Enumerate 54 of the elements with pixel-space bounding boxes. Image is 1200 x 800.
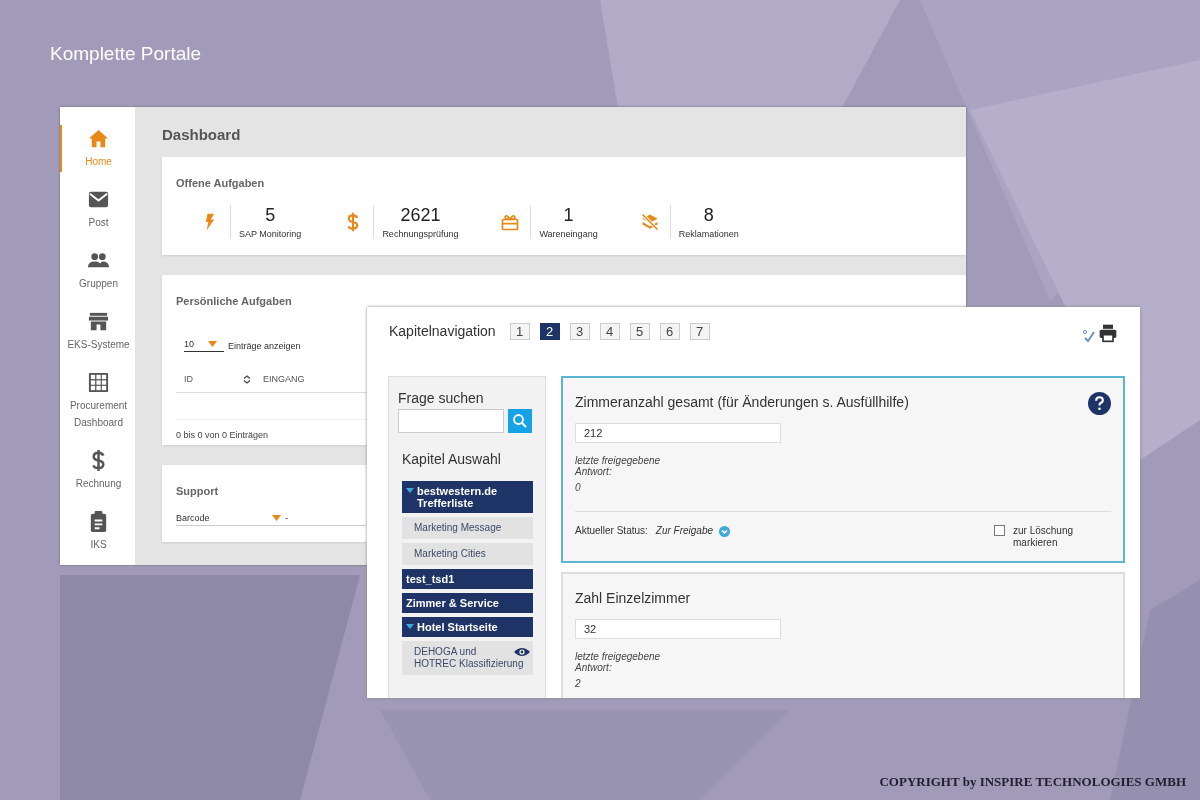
answer-field[interactable]: 212: [575, 423, 781, 443]
sidebar-item[interactable]: IKS: [60, 508, 135, 555]
question-title: Zahl Einzelzimmer: [575, 590, 691, 606]
page-button[interactable]: 3: [569, 322, 590, 340]
subchapter-item[interactable]: DEHOGA und HOTREC Klassifizierung: [402, 641, 533, 675]
card-title: Offene Aufgaben: [176, 177, 265, 189]
status-value: Zur Freigabe: [655, 525, 714, 536]
slide-title: Komplette Portale: [50, 43, 202, 65]
stat-value: 8: [703, 205, 714, 226]
stat-label: Rechnungsprüfung: [382, 229, 459, 239]
stat-label: Reklamationen: [678, 229, 739, 239]
chapter-navigation-label: Kapitelnavigation: [389, 323, 496, 339]
question-title: Zimmeranzahl gesamt (für Änderungen s. Ausfüllhilfe): [575, 394, 909, 410]
page-button[interactable]: 2: [539, 322, 560, 340]
sidebar-item[interactable]: Gruppen: [60, 247, 135, 294]
page-button[interactable]: 6: [659, 322, 680, 340]
page-size-label: Einträge anzeigen: [228, 340, 301, 351]
chapter-item[interactable]: bestwestern.de Trefferliste: [402, 481, 533, 513]
sidebar-item[interactable]: Rechnung: [60, 447, 135, 494]
subchapter-item[interactable]: Marketing Cities: [402, 543, 533, 565]
chapter-item[interactable]: Hotel Startseite: [402, 617, 533, 637]
barcode-select[interactable]: Barcode -: [176, 513, 366, 526]
entries-info: 0 bis 0 von 0 Einträgen: [176, 430, 269, 440]
card-title: Support: [176, 485, 219, 497]
stat-value: 5: [265, 205, 276, 226]
status-label: Aktueller Status:: [575, 525, 648, 536]
sidebar-item[interactable]: Post: [60, 186, 135, 233]
chapter-item[interactable]: test_tsd1: [402, 569, 533, 589]
stat-label: SAP Monitoring: [239, 229, 302, 239]
last-answer-label: letzte freigegebene Antwort:: [575, 651, 662, 673]
search-label: Frage suchen: [398, 390, 484, 406]
page-title: Dashboard: [162, 125, 241, 145]
page-button[interactable]: 5: [629, 322, 650, 340]
subchapter-item[interactable]: Marketing Message: [402, 517, 533, 539]
page-button[interactable]: 1: [509, 322, 530, 340]
last-answer-value: 2: [575, 678, 581, 689]
sidebar-item[interactable]: Procurement Dashboard: [60, 369, 135, 433]
answer-field[interactable]: 32: [575, 619, 781, 639]
stat-value: 2621: [400, 205, 441, 226]
chapter-item[interactable]: Zimmer & Service: [402, 593, 533, 613]
page-size-select[interactable]: 10: [184, 339, 224, 352]
copyright-text: COPYRIGHT by INSPIRE TECHNOLOGIES GMBH: [879, 774, 1186, 790]
stat-value: 1: [563, 205, 574, 226]
column-header[interactable]: EINGANG: [263, 374, 305, 384]
last-answer-label: letzte freigegebene Antwort:: [575, 455, 662, 477]
page-button[interactable]: 7: [689, 322, 710, 340]
stat-label: Wareneingang: [539, 229, 598, 239]
column-header[interactable]: ID: [184, 374, 193, 384]
last-answer-value: 0: [575, 482, 581, 493]
sidebar-item[interactable]: EKS-Systeme: [60, 308, 135, 355]
delete-label: zur Löschung markieren: [1013, 525, 1075, 549]
card-title: Persönliche Aufgaben: [176, 295, 292, 307]
chapter-selection-title: Kapitel Auswahl: [402, 451, 501, 467]
page-button[interactable]: 4: [599, 322, 620, 340]
